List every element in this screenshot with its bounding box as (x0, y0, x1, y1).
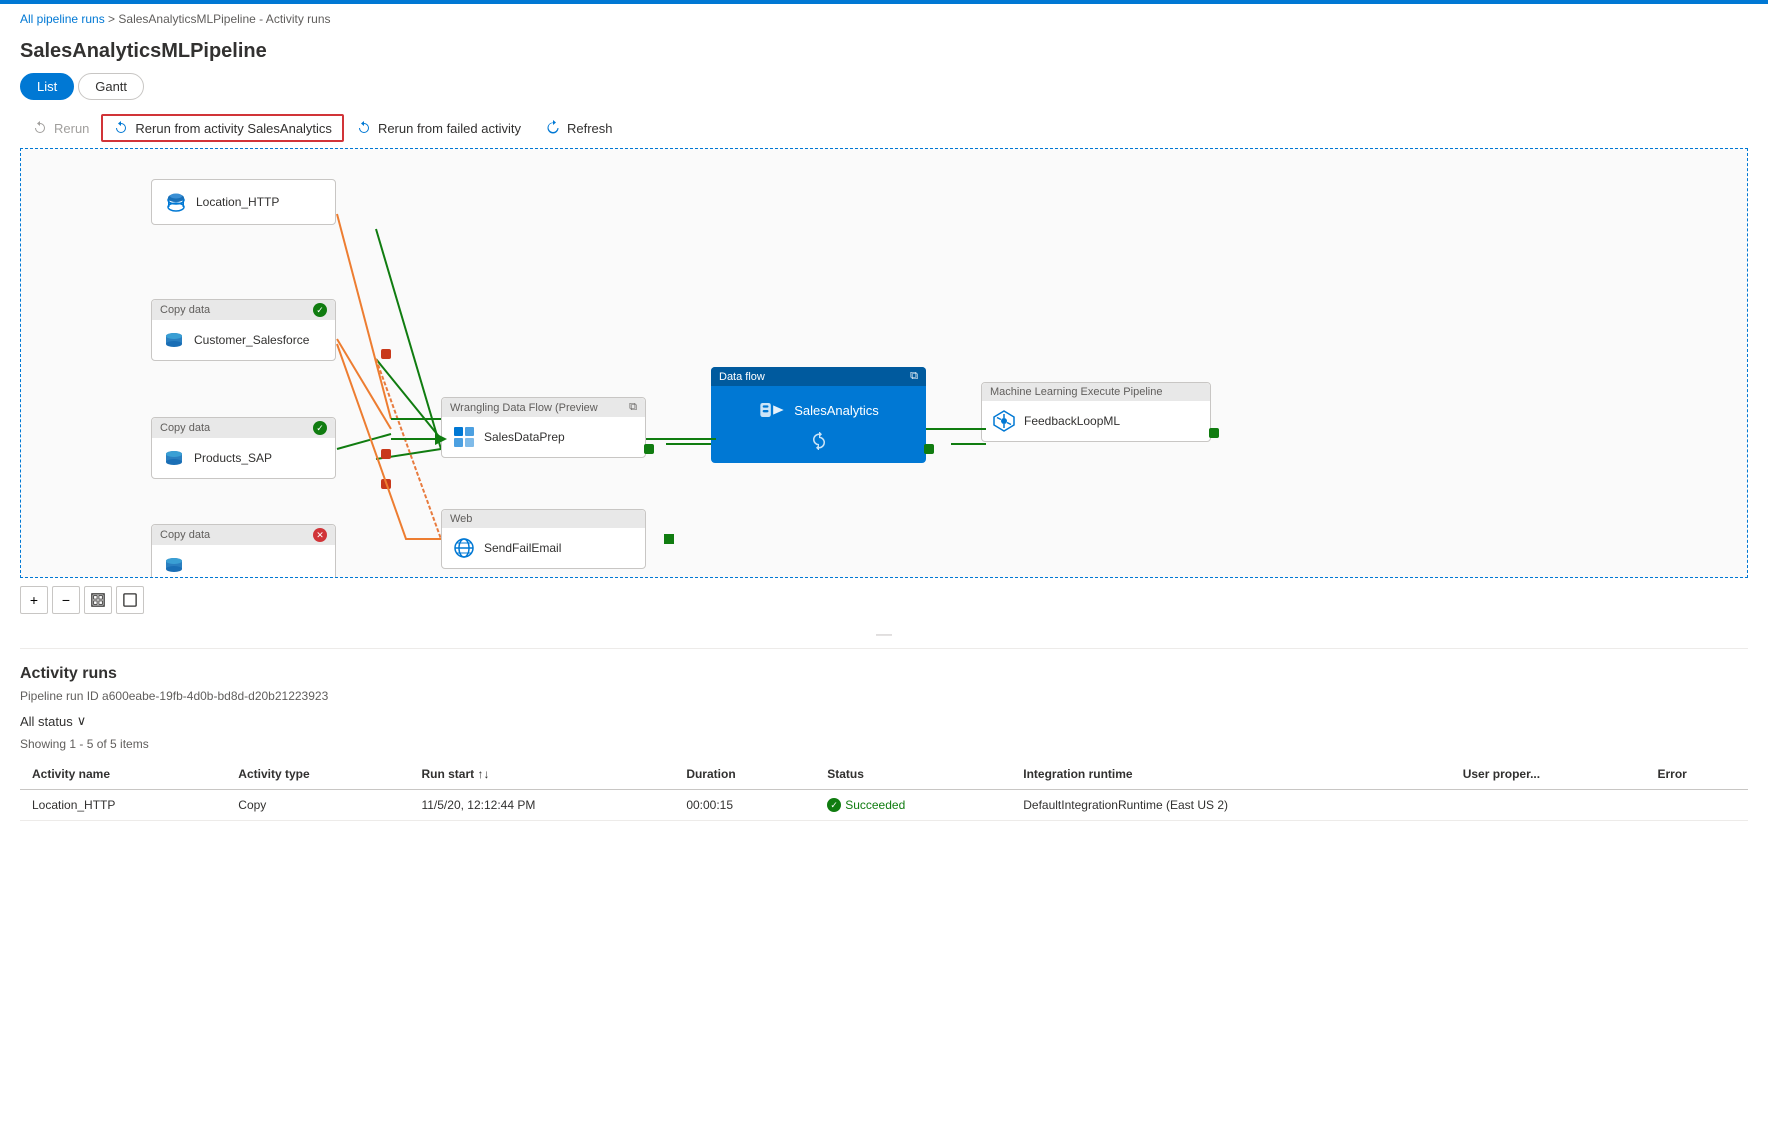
rerun-from-activity-button[interactable]: Rerun from activity SalesAnalytics (101, 114, 344, 142)
globe-icon (452, 536, 476, 560)
tabs-row: List Gantt (0, 73, 1768, 100)
col-duration: Duration (674, 759, 815, 790)
check-circle-icon: ✓ (827, 798, 841, 812)
node-send-fail-email-header: Web (442, 510, 645, 528)
node-sales-data-prep-label: SalesDataPrep (484, 430, 565, 444)
node-location-http-label: Location_HTTP (196, 195, 279, 209)
tab-gantt[interactable]: Gantt (78, 73, 144, 100)
node-feedback-loop-ml[interactable]: Machine Learning Execute Pipeline Feedba… (981, 382, 1211, 442)
fit-view-icon (91, 593, 105, 607)
activity-table: Activity name Activity type Run start ↑↓… (20, 759, 1748, 821)
col-integration-runtime: Integration runtime (1011, 759, 1450, 790)
canvas-controls: + − (0, 578, 1768, 622)
node-customer-salesforce-header: Copy data ✓ (152, 300, 335, 320)
sync-icon (810, 432, 828, 450)
node-sales-analytics[interactable]: Data flow ⧉ SalesAnalytics (711, 367, 926, 463)
zoom-out-button[interactable]: − (52, 586, 80, 614)
node-send-fail-email[interactable]: Web SendFailEmail (441, 509, 646, 569)
rerun-activity-icon (113, 120, 129, 136)
zoom-in-button[interactable]: + (20, 586, 48, 614)
col-user-props: User proper... (1451, 759, 1646, 790)
activity-title: Activity runs (20, 665, 1748, 683)
node-sales-data-prep[interactable]: Wrangling Data Flow (Preview ⧉ SalesData… (441, 397, 646, 458)
col-status: Status (815, 759, 1011, 790)
node-copy-data-3-header: Copy data ✕ (152, 525, 335, 545)
table-row[interactable]: Location_HTTP Copy 11/5/20, 12:12:44 PM … (20, 790, 1748, 821)
filter-row: All status ∨ (20, 713, 1748, 729)
ml-icon (992, 409, 1016, 433)
node-location-http[interactable]: Location_HTTP (151, 179, 336, 225)
node-sales-analytics-label: SalesAnalytics (794, 403, 879, 418)
cell-error (1645, 790, 1748, 821)
cell-activity-name: Location_HTTP (20, 790, 226, 821)
toolbar: Rerun Rerun from activity SalesAnalytics… (0, 108, 1768, 148)
node-products-sap-status: ✓ (313, 421, 327, 435)
http-icon (164, 190, 188, 214)
rerun-icon (32, 120, 48, 136)
breadcrumb-link[interactable]: All pipeline runs (20, 12, 105, 26)
breadcrumb-current: SalesAnalyticsMLPipeline - Activity runs (118, 12, 330, 26)
rerun-button[interactable]: Rerun (20, 114, 101, 142)
breadcrumb-separator: > (105, 12, 119, 26)
node-products-sap-header: Copy data ✓ (152, 418, 335, 438)
col-activity-type: Activity type (226, 759, 409, 790)
grid-icon (452, 425, 476, 449)
activity-section: Activity runs Pipeline run ID a600eabe-1… (0, 649, 1768, 837)
rerun-from-failed-button[interactable]: Rerun from failed activity (344, 114, 533, 142)
pipeline-canvas: Location_HTTP Copy data ✓ Customer_Sales… (20, 148, 1748, 578)
col-error: Error (1645, 759, 1748, 790)
reset-view-button[interactable] (116, 586, 144, 614)
dataflow-icon (758, 396, 786, 424)
table-body: Location_HTTP Copy 11/5/20, 12:12:44 PM … (20, 790, 1748, 821)
node-copy-data-3-status: ✕ (313, 528, 327, 542)
tab-list[interactable]: List (20, 73, 74, 100)
node-customer-salesforce[interactable]: Copy data ✓ Customer_Salesforce (151, 299, 336, 361)
reset-view-icon (123, 593, 137, 607)
node-products-sap[interactable]: Copy data ✓ Products_SAP (151, 417, 336, 479)
node-feedback-loop-ml-header: Machine Learning Execute Pipeline (982, 383, 1210, 401)
node-sales-analytics-header: Data flow ⧉ (711, 367, 926, 386)
rerun-failed-icon (356, 120, 372, 136)
table-header: Activity name Activity type Run start ↑↓… (20, 759, 1748, 790)
pipeline-run-id: Pipeline run ID a600eabe-19fb-4d0b-bd8d-… (20, 689, 1748, 703)
cell-duration: 00:00:15 (674, 790, 815, 821)
refresh-button[interactable]: Refresh (533, 114, 625, 142)
cell-user-props (1451, 790, 1646, 821)
fit-view-button[interactable] (84, 586, 112, 614)
breadcrumb: All pipeline runs > SalesAnalyticsMLPipe… (0, 4, 1768, 34)
col-run-start: Run start ↑↓ (409, 759, 674, 790)
status-filter-dropdown[interactable]: All status ∨ (20, 713, 86, 729)
node-sales-data-prep-header: Wrangling Data Flow (Preview ⧉ (442, 398, 645, 417)
showing-count: Showing 1 - 5 of 5 items (20, 737, 1748, 751)
cell-status: ✓ Succeeded (815, 790, 1011, 821)
col-activity-name: Activity name (20, 759, 226, 790)
resize-handle[interactable]: — (0, 622, 1768, 648)
refresh-icon (545, 120, 561, 136)
db-icon (162, 328, 186, 352)
status-succeeded: ✓ Succeeded (827, 798, 999, 812)
db2-icon (162, 446, 186, 470)
page-title: SalesAnalyticsMLPipeline (0, 34, 1768, 73)
node-send-fail-email-label: SendFailEmail (484, 541, 561, 555)
node-feedback-loop-ml-label: FeedbackLoopML (1024, 414, 1120, 428)
node-customer-salesforce-status: ✓ (313, 303, 327, 317)
cell-run-start: 11/5/20, 12:12:44 PM (409, 790, 674, 821)
node-customer-salesforce-label: Customer_Salesforce (194, 333, 309, 347)
cell-integration-runtime: DefaultIntegrationRuntime (East US 2) (1011, 790, 1450, 821)
db3-icon (162, 553, 186, 577)
node-copy-data-3[interactable]: Copy data ✕ (151, 524, 336, 578)
cell-activity-type: Copy (226, 790, 409, 821)
node-products-sap-label: Products_SAP (194, 451, 272, 465)
